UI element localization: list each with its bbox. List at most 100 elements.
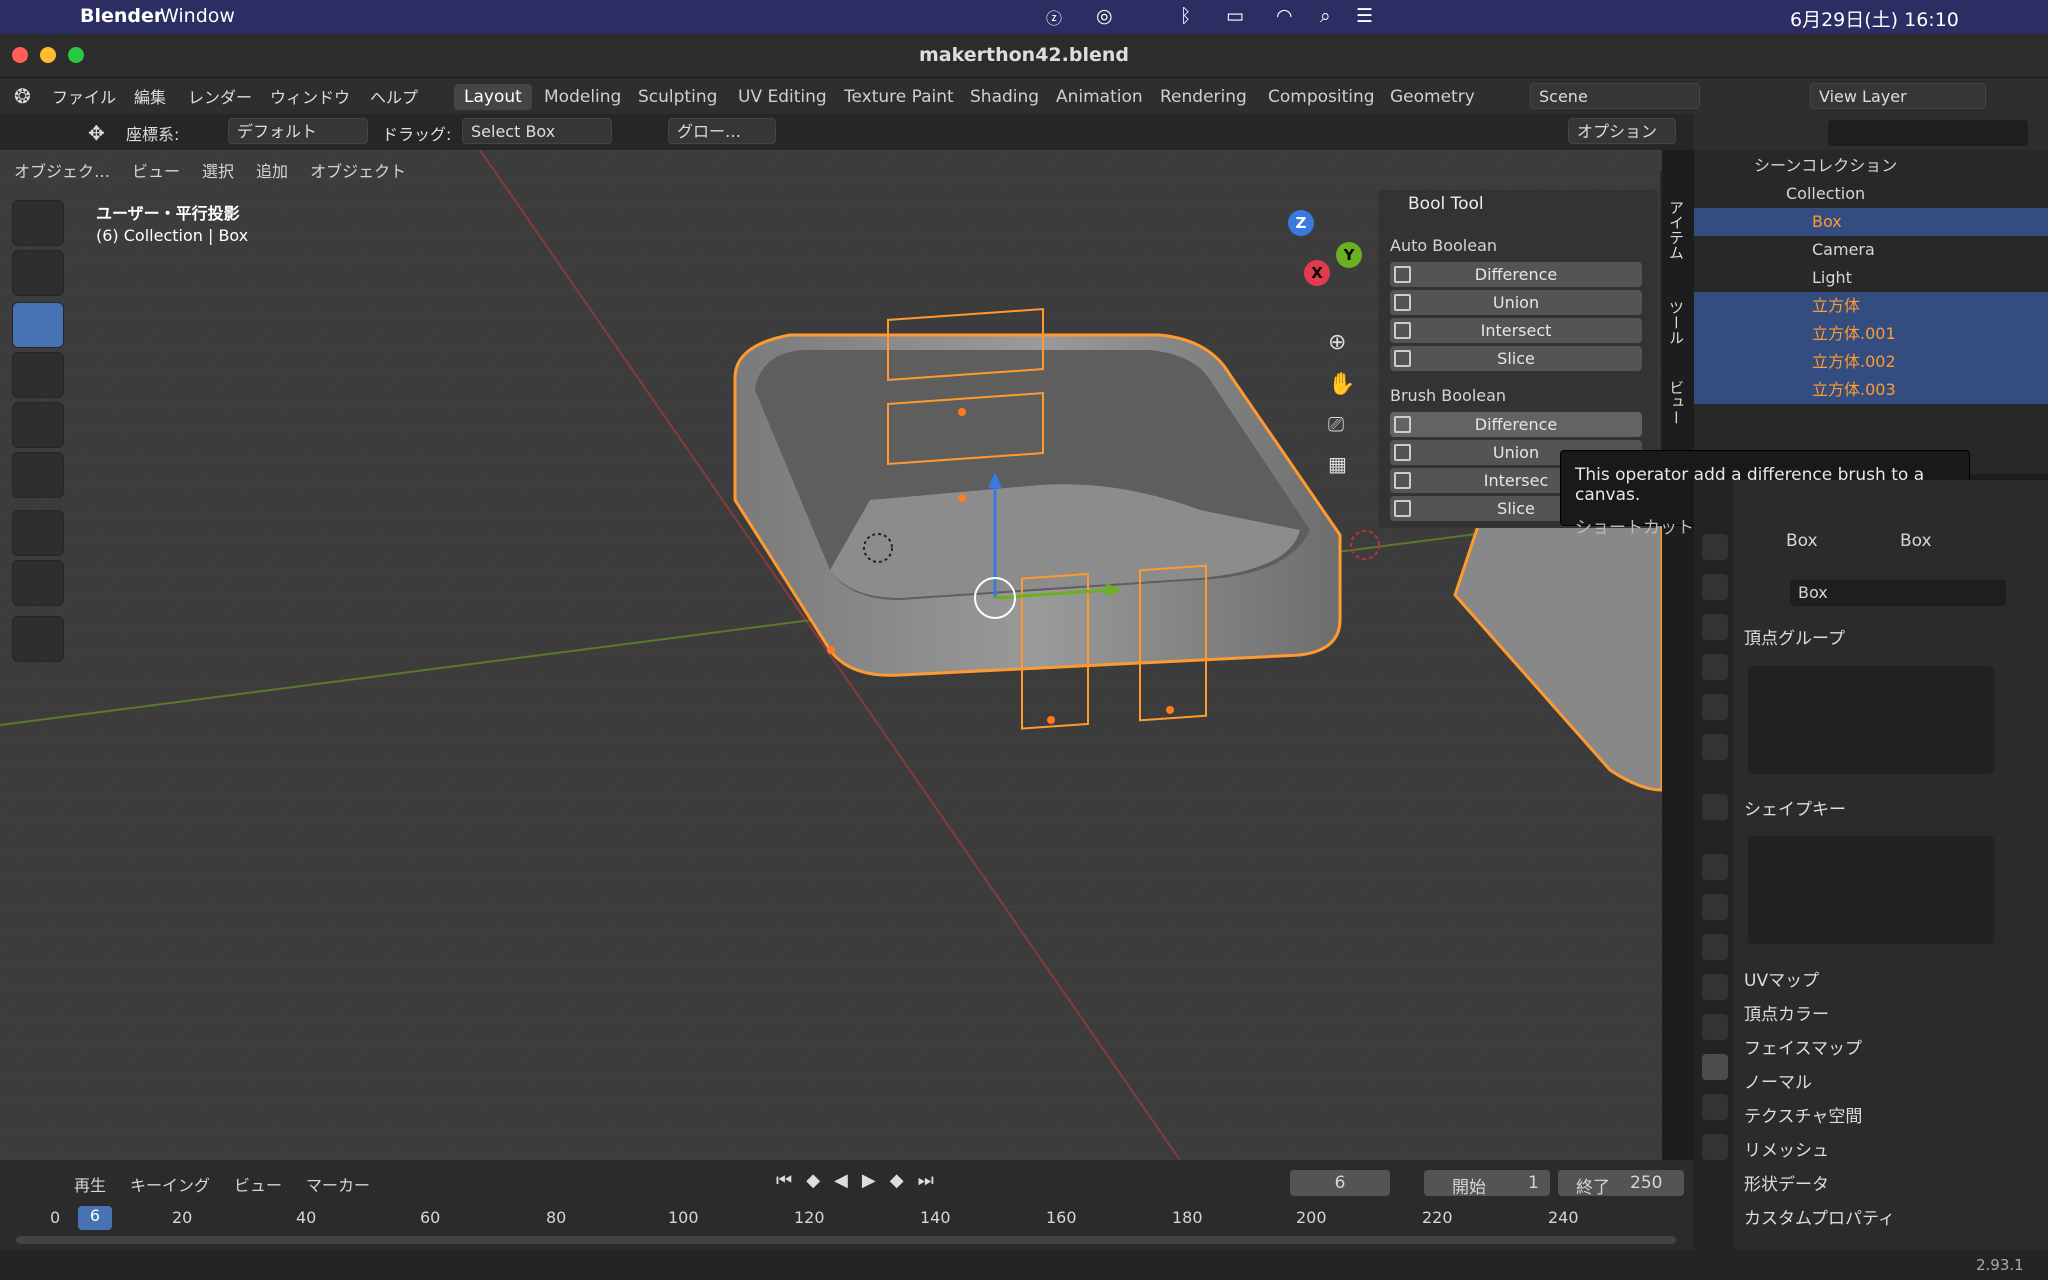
next-keyframe-icon[interactable]: ◆	[890, 1170, 904, 1191]
current-frame-field[interactable]: 6	[1290, 1170, 1390, 1196]
viewport-select-menu[interactable]: 選択	[202, 158, 234, 182]
world-tab-icon[interactable]	[1702, 734, 1728, 760]
section-uv-maps[interactable]: UVマップ	[1744, 966, 1819, 991]
pan-icon[interactable]: ✋	[1328, 372, 1355, 397]
tab-view[interactable]: ビュー	[1666, 380, 1687, 425]
tab-layout[interactable]: Layout	[454, 84, 532, 110]
outliner-search-input[interactable]	[1828, 120, 2028, 146]
outliner-item-cube-002[interactable]: 立方体.002	[1694, 348, 2048, 376]
section-texture-space[interactable]: テクスチャ空間	[1744, 1102, 1862, 1127]
menu-render[interactable]: レンダー	[188, 84, 252, 108]
view-layer-tab-icon[interactable]	[1702, 654, 1728, 680]
search-icon[interactable]: ⌕	[1320, 5, 1331, 27]
marker-menu[interactable]: マーカー	[306, 1172, 370, 1196]
app-menu[interactable]: Blender	[80, 5, 163, 27]
tab-rendering[interactable]: Rendering	[1150, 84, 1257, 110]
object-tab-icon[interactable]	[1702, 854, 1728, 880]
outliner-item-light[interactable]: Light	[1694, 264, 2048, 292]
view-layer-selector[interactable]: View Layer	[1810, 83, 1986, 109]
auto-union-button[interactable]: Union	[1390, 290, 1642, 315]
zoom-button[interactable]	[68, 47, 84, 63]
drag-dropdown[interactable]: Select Box	[462, 118, 612, 144]
physics-tab-icon[interactable]	[1702, 974, 1728, 1000]
wifi-icon[interactable]: ◠	[1276, 5, 1293, 27]
collection-tab-icon[interactable]	[1702, 794, 1728, 820]
move-icon[interactable]: ✥	[88, 121, 105, 145]
tab-compositing[interactable]: Compositing	[1258, 84, 1385, 110]
control-center-icon[interactable]: ☰	[1356, 5, 1373, 27]
zoom-icon[interactable]: ⓩ	[1046, 5, 1062, 29]
section-vertex-groups[interactable]: 頂点グループ	[1744, 624, 1845, 649]
auto-intersect-button[interactable]: Intersect	[1390, 318, 1642, 343]
close-button[interactable]	[12, 47, 28, 63]
grid-view-icon[interactable]: ▦	[1328, 452, 1347, 476]
outliner-item-cube[interactable]: 立方体	[1694, 292, 2048, 320]
timeline-scrollbar[interactable]	[16, 1236, 1676, 1244]
scene-tab-icon[interactable]	[1702, 694, 1728, 720]
rotate-tool-button[interactable]	[12, 352, 64, 398]
options-dropdown[interactable]: オプション	[1568, 118, 1676, 144]
viewport-view-menu[interactable]: ビュー	[132, 158, 180, 182]
frame-ruler[interactable]: 0 6 20 40 60 80 100 120 140 160 180 200 …	[0, 1206, 1694, 1232]
coord-dropdown[interactable]: デフォルト	[228, 118, 368, 144]
start-frame-field[interactable]: 開始 1	[1424, 1170, 1550, 1198]
add-cube-tool-button[interactable]	[12, 616, 64, 662]
tab-sculpting[interactable]: Sculpting	[628, 84, 727, 110]
tab-item[interactable]: アイテム	[1666, 200, 1687, 260]
mesh-data-tab-icon[interactable]	[1702, 1054, 1728, 1080]
measure-tool-button[interactable]	[12, 560, 64, 606]
menu-file[interactable]: ファイル	[52, 84, 116, 108]
camera-view-icon[interactable]: ⎚	[1328, 412, 1344, 436]
gizmo-x-axis[interactable]: X	[1304, 260, 1330, 286]
gizmo-z-axis[interactable]: Z	[1288, 210, 1314, 236]
section-geometry-data[interactable]: 形状データ	[1744, 1170, 1829, 1195]
modifier-tab-icon[interactable]	[1702, 894, 1728, 920]
auto-difference-button[interactable]: Difference	[1390, 262, 1642, 287]
outliner-item-box[interactable]: Box	[1694, 208, 2048, 236]
outliner-item-cube-003[interactable]: 立方体.003	[1694, 376, 2048, 404]
outliner-collection[interactable]: Collection	[1694, 180, 2048, 208]
playback-menu[interactable]: 再生	[74, 1172, 106, 1196]
section-shape-keys[interactable]: シェイプキー	[1744, 795, 1846, 820]
tool-tab-icon[interactable]	[1702, 534, 1728, 560]
status-icon[interactable]: ◎	[1096, 5, 1113, 27]
object-mode-dropdown[interactable]: オブジェク…	[14, 158, 110, 182]
transform-tool-button[interactable]	[12, 452, 64, 498]
transform-orientation-dropdown[interactable]: グロー…	[668, 118, 776, 144]
section-remesh[interactable]: リメッシュ	[1744, 1136, 1829, 1161]
auto-slice-button[interactable]: Slice	[1390, 346, 1642, 371]
scene-selector[interactable]: Scene	[1530, 83, 1700, 109]
tab-shading[interactable]: Shading	[960, 84, 1049, 110]
play-icon[interactable]: ▶	[862, 1170, 876, 1191]
tab-texture-paint[interactable]: Texture Paint	[834, 84, 964, 110]
play-reverse-icon[interactable]: ◀	[834, 1170, 848, 1191]
texture-tab-icon[interactable]	[1702, 1134, 1728, 1160]
annotate-tool-button[interactable]	[12, 510, 64, 556]
menu-help[interactable]: ヘルプ	[370, 84, 418, 108]
section-custom-properties[interactable]: カスタムプロパティ	[1744, 1204, 1895, 1229]
keying-menu[interactable]: キーイング	[130, 1172, 210, 1196]
battery-icon[interactable]: ▭	[1226, 5, 1244, 27]
output-tab-icon[interactable]	[1702, 614, 1728, 640]
outliner-item-camera[interactable]: Camera	[1694, 236, 2048, 264]
render-tab-icon[interactable]	[1702, 574, 1728, 600]
tab-tool[interactable]: ツール	[1666, 300, 1687, 345]
viewport-object-menu[interactable]: オブジェクト	[310, 158, 406, 182]
tab-modeling[interactable]: Modeling	[534, 84, 631, 110]
jump-start-icon[interactable]: ⏮	[776, 1170, 792, 1191]
tab-geometry[interactable]: Geometry	[1380, 84, 1485, 110]
section-vertex-colors[interactable]: 頂点カラー	[1744, 1000, 1829, 1025]
viewport-add-menu[interactable]: 追加	[256, 158, 288, 182]
playhead[interactable]: 6	[78, 1206, 112, 1230]
outliner-scene-collection[interactable]: シーンコレクション	[1694, 152, 2048, 180]
material-tab-icon[interactable]	[1702, 1094, 1728, 1120]
tab-animation[interactable]: Animation	[1046, 84, 1153, 110]
prev-keyframe-icon[interactable]: ◆	[806, 1170, 820, 1191]
bool-tool-title[interactable]: Bool Tool	[1408, 194, 1484, 214]
bluetooth-icon[interactable]: ᛒ	[1180, 5, 1191, 27]
brush-difference-button[interactable]: Difference	[1390, 412, 1642, 437]
cursor-tool-button[interactable]	[12, 250, 64, 296]
select-tool-button[interactable]	[12, 200, 64, 246]
gizmo-y-axis[interactable]: Y	[1336, 242, 1362, 268]
blender-logo-icon[interactable]: ❂	[14, 84, 31, 108]
